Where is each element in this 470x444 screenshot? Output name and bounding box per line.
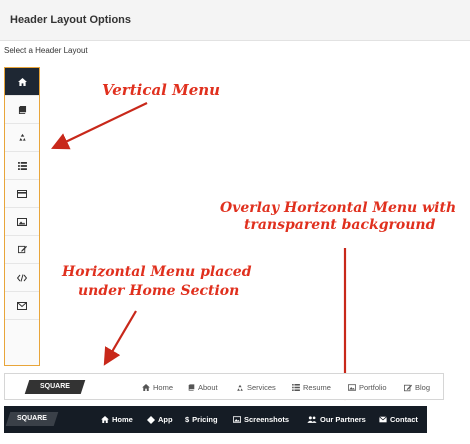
vmenu-item-envelope[interactable]: [5, 292, 39, 320]
users-icon: [307, 416, 317, 423]
nav-home[interactable]: Home: [142, 383, 173, 392]
nav-home[interactable]: Home: [101, 415, 133, 424]
callout-overlay-line2: transparent background: [244, 217, 436, 233]
dollar-icon: $: [185, 415, 190, 424]
list-icon: [292, 384, 300, 391]
nav-our-partners[interactable]: Our Partners: [307, 415, 366, 424]
vmenu-item-edit[interactable]: [5, 236, 39, 264]
nav-resume[interactable]: Resume: [292, 383, 331, 392]
nav-app[interactable]: App: [147, 415, 173, 424]
nav-services[interactable]: Services: [236, 383, 276, 392]
callout-under-line1: Horizontal Menu placed: [62, 264, 252, 280]
recycle-icon: [18, 133, 26, 141]
image-icon: [348, 384, 356, 391]
nav-contact[interactable]: Contact: [379, 415, 418, 424]
home-icon: [101, 416, 109, 423]
recycle-icon: [237, 384, 243, 391]
nav-screenshots[interactable]: Screenshots: [233, 415, 289, 424]
callout-under-line2: under Home Section: [78, 283, 240, 299]
list-icon: [17, 161, 27, 170]
diamond-icon: [147, 415, 155, 424]
code-icon: [17, 273, 27, 282]
arrow-to-under-menu: [103, 310, 137, 366]
vmenu-item-image[interactable]: [5, 208, 39, 236]
vmenu-item-code[interactable]: [5, 264, 39, 292]
nav-pricing[interactable]: $ Pricing: [185, 415, 218, 424]
arrow-to-vertical-menu: [51, 102, 148, 150]
overlay-menu-preview[interactable]: SQUARE Home App $ Pricing Screenshots Ou…: [4, 406, 427, 433]
home-icon: [142, 384, 150, 391]
vmenu-item-recycle[interactable]: [5, 124, 39, 152]
logo: SQUARE: [5, 412, 59, 426]
vmenu-item-card[interactable]: [5, 180, 39, 208]
vertical-menu-option[interactable]: [4, 67, 40, 366]
callout-overlay-line1: Overlay Horizontal Menu with: [220, 200, 457, 216]
home-icon: [17, 77, 27, 86]
horizontal-menu-preview[interactable]: SQUARE Home About Services Resume Portfo…: [4, 373, 444, 400]
panel-title: Header Layout Options: [10, 14, 132, 26]
nav-portfolio[interactable]: Portfolio: [348, 383, 387, 392]
edit-icon: [404, 384, 412, 391]
logo: SQUARE: [24, 380, 86, 394]
image-icon: [17, 217, 27, 226]
vmenu-item-home[interactable]: [5, 68, 39, 96]
nav-about[interactable]: About: [188, 383, 218, 392]
vmenu-item-book[interactable]: [5, 96, 39, 124]
book-icon: [18, 105, 26, 114]
edit-icon: [17, 245, 27, 254]
envelope-icon: [379, 416, 387, 423]
layout-select-label: Select a Header Layout: [4, 46, 88, 55]
envelope-icon: [17, 301, 27, 310]
screenshot-icon: [233, 416, 241, 423]
callout-vertical-menu: Vertical Menu: [102, 81, 221, 99]
vmenu-item-list[interactable]: [5, 152, 39, 180]
book-icon: [188, 384, 195, 391]
credit-card-icon: [17, 189, 27, 198]
nav-blog[interactable]: Blog: [404, 383, 430, 392]
